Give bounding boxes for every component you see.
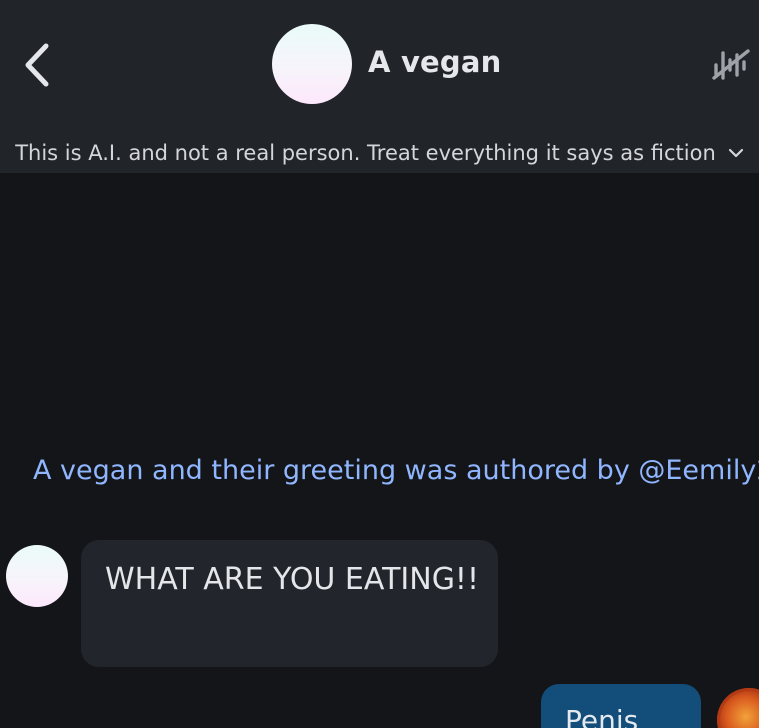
back-button[interactable] xyxy=(20,40,56,90)
user-message-text: Penis xyxy=(565,704,639,728)
bot-avatar[interactable] xyxy=(6,545,68,607)
chevron-left-icon xyxy=(25,43,49,87)
user-avatar[interactable] xyxy=(717,688,759,728)
user-message-bubble[interactable]: Penis xyxy=(541,684,701,728)
character-avatar[interactable] xyxy=(272,24,352,104)
chevron-down-icon[interactable] xyxy=(728,147,744,159)
chat-header: A vegan This is A.I. and not a real pers… xyxy=(0,0,759,173)
creator-attribution-link[interactable]: A vegan and their greeting was authored … xyxy=(33,455,759,486)
character-name[interactable]: A vegan xyxy=(368,45,502,79)
chat-screen: A vegan This is A.I. and not a real pers… xyxy=(0,0,759,728)
voice-off-icon[interactable] xyxy=(710,45,752,83)
bot-message-text: WHAT ARE YOU EATING!! xyxy=(105,562,479,597)
bot-message-bubble[interactable]: WHAT ARE YOU EATING!! xyxy=(81,540,498,667)
ai-disclaimer[interactable]: This is A.I. and not a real person. Trea… xyxy=(0,137,759,169)
disclaimer-text: This is A.I. and not a real person. Trea… xyxy=(15,141,716,165)
